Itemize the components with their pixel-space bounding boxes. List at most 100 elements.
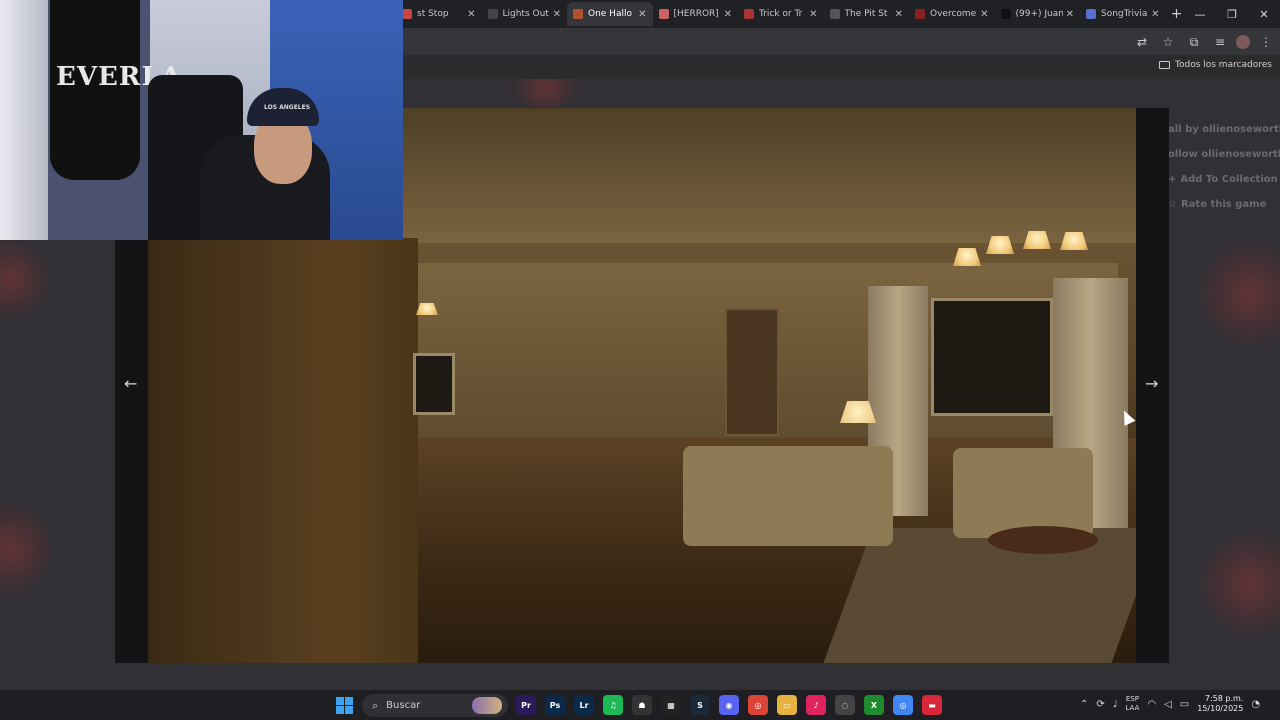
pumpkin-decoration <box>0 499 50 599</box>
browser-tab[interactable]: SongTrivia ✕ <box>1080 2 1166 26</box>
search-highlight-image <box>472 697 502 714</box>
webcam-overlay: EVERLA LOS ANGELES <box>0 0 403 240</box>
taskbar-app-chrome-2-icon[interactable]: ◎ <box>893 695 913 715</box>
profile-avatar[interactable] <box>1236 35 1250 49</box>
follow-button[interactable]: ollow ollienoseworthy <box>1168 142 1280 167</box>
rate-game-button[interactable]: ☆ Rate this game <box>1168 192 1280 217</box>
language-indicator[interactable]: ESP LAA <box>1126 695 1140 713</box>
window-controls: — ❐ ✕ <box>1184 0 1280 28</box>
tab-label: The Pit St <box>844 9 888 19</box>
extensions-icon[interactable]: ⧉ <box>1184 32 1204 52</box>
browser-tab[interactable]: Trick or Tr ✕ <box>738 2 824 26</box>
taskbar-search-box[interactable]: ⌕ Buscar <box>362 694 508 717</box>
windows-taskbar: ⌕ Buscar Pr Ps Lr ♫ ☗ ▦ S ◉ ◎ ▭ ♪ ◌ X ◎ ▬ ⌃ ⟳ ♩ ESP LA… <box>0 689 1280 720</box>
sync-icon[interactable]: ⟳ <box>1096 699 1104 710</box>
close-window-button[interactable]: ✕ <box>1248 0 1280 28</box>
minimize-button[interactable]: — <box>1184 0 1216 28</box>
pumpkin-decoration <box>1200 239 1280 349</box>
tab-label: Lights Out <box>502 9 549 19</box>
star-icon: ☆ <box>1168 199 1177 210</box>
browser-tab[interactable]: (99+) Juan ✕ <box>995 2 1081 26</box>
scene-sofa <box>683 446 893 546</box>
taskbar-app-app-red-icon[interactable]: ▬ <box>922 695 942 715</box>
folder-icon <box>1159 61 1170 69</box>
tab-close-icon[interactable]: ✕ <box>1151 9 1159 20</box>
chevron-up-icon[interactable]: ⌃ <box>1080 699 1088 710</box>
bookmark-star-icon[interactable]: ☆ <box>1158 32 1178 52</box>
notifications-icon[interactable]: ◔ <box>1251 699 1260 710</box>
battery-icon[interactable]: ▭ <box>1180 699 1189 710</box>
tab-favicon-icon <box>658 9 669 19</box>
browser-tab[interactable]: Overcome ✕ <box>909 2 995 26</box>
scene-armchair <box>953 448 1093 538</box>
language-bottom: LAA <box>1125 704 1140 712</box>
translate-icon[interactable]: ⇄ <box>1132 32 1152 52</box>
taskbar-app-app-ghost-icon[interactable]: ☗ <box>632 695 652 715</box>
tab-favicon-icon <box>829 9 840 19</box>
plus-icon: + <box>1168 174 1177 185</box>
tab-favicon-icon <box>915 9 925 19</box>
volume-icon[interactable]: ◁ <box>1164 699 1172 710</box>
taskbar-app-chrome-icon[interactable]: ◎ <box>748 695 768 715</box>
taskbar-app-capcut-icon[interactable]: ▦ <box>661 695 681 715</box>
tab-close-icon[interactable]: ✕ <box>809 9 817 20</box>
search-label: Buscar <box>386 700 421 711</box>
taskbar-app-app-circle-icon[interactable]: ◌ <box>835 695 855 715</box>
search-icon: ⌕ <box>372 698 379 712</box>
language-top: ESP <box>1125 695 1139 703</box>
tab-label: [HERROR] <box>673 9 719 19</box>
taskbar-app-file-explorer-icon[interactable]: ▭ <box>777 695 797 715</box>
tab-close-icon[interactable]: ✕ <box>1066 9 1074 20</box>
browser-tab[interactable]: The Pit St ✕ <box>824 2 910 26</box>
tab-label: Trick or Tr <box>759 9 803 19</box>
add-collection-label: Add To Collection <box>1180 174 1278 185</box>
taskbar-app-lightroom-icon[interactable]: Lr <box>574 695 594 715</box>
taskbar-app-steam-icon[interactable]: S <box>690 695 710 715</box>
system-tray: ⌃ ⟳ ♩ ESP LAA ◠ ◁ ▭ 7:58 p.m. 15/10/2025… <box>1080 694 1260 714</box>
toolbar-icons: ⇄ ☆ ⧉ ≡ ⋮ <box>1132 32 1276 52</box>
tab-list: st Stop ✕ Lights Out ✕ One Hallo ✕ [HERROR] ✕ Tr… <box>396 2 1188 28</box>
rate-label: Rate this game <box>1180 199 1267 210</box>
restore-button[interactable]: ❐ <box>1216 0 1248 28</box>
microphone-icon[interactable]: ♩ <box>1113 699 1118 710</box>
all-bookmarks-button[interactable]: Todos los marcadores <box>1159 60 1272 70</box>
taskbar-app-discord-icon[interactable]: ◉ <box>719 695 739 715</box>
scene-side-wall <box>148 238 418 663</box>
wifi-icon[interactable]: ◠ <box>1147 699 1156 710</box>
browser-tab[interactable]: [HERROR] ✕ <box>653 2 739 26</box>
webcam-left-wall <box>0 0 48 240</box>
game-side-panel: all by ollienoseworthy ollow ollienosewo… <box>1168 117 1280 217</box>
taskbar-apps: Pr Ps Lr ♫ ☗ ▦ S ◉ ◎ ▭ ♪ ◌ X ◎ ▬ <box>516 695 942 715</box>
scene-window <box>413 353 455 415</box>
next-screenshot-arrow-icon[interactable]: → <box>1145 374 1158 393</box>
author-link[interactable]: all by ollienoseworthy <box>1168 117 1280 142</box>
cap-text: LOS ANGELES <box>264 104 311 111</box>
tab-close-icon[interactable]: ✕ <box>553 9 561 20</box>
browser-tab[interactable]: Lights Out ✕ <box>482 2 568 26</box>
menu-kebab-icon[interactable]: ⋮ <box>1256 32 1276 52</box>
tab-close-icon[interactable]: ✕ <box>980 9 988 20</box>
tab-close-icon[interactable]: ✕ <box>724 9 732 20</box>
media-control-icon[interactable]: ≡ <box>1210 32 1230 52</box>
clock[interactable]: 7:58 p.m. 15/10/2025 <box>1197 694 1243 714</box>
scene-coffee-table <box>988 526 1098 554</box>
taskbar-app-photoshop-icon[interactable]: Ps <box>545 695 565 715</box>
windows-start-icon[interactable] <box>336 697 353 714</box>
browser-tab[interactable]: One Hallo ✕ <box>567 2 653 26</box>
browser-tab[interactable]: st Stop ✕ <box>396 2 482 26</box>
add-to-collection-button[interactable]: + Add To Collection <box>1168 167 1280 192</box>
taskbar-app-premiere-icon[interactable]: Pr <box>516 695 536 715</box>
tab-close-icon[interactable]: ✕ <box>638 9 646 20</box>
tab-favicon-icon <box>1000 9 1011 19</box>
tab-close-icon[interactable]: ✕ <box>895 9 903 20</box>
taskbar-app-tiktok-icon[interactable]: ♪ <box>806 695 826 715</box>
scene-rug <box>823 528 1136 663</box>
scene-window <box>931 298 1053 416</box>
taskbar-app-xbox-icon[interactable]: X <box>864 695 884 715</box>
taskbar-app-spotify-icon[interactable]: ♫ <box>603 695 623 715</box>
tab-label: One Hallo <box>588 9 632 19</box>
tab-close-icon[interactable]: ✕ <box>467 9 475 20</box>
all-bookmarks-label: Todos los marcadores <box>1175 60 1272 70</box>
previous-screenshot-arrow-icon[interactable]: ← <box>124 374 137 393</box>
pumpkin-decoration <box>1200 529 1280 639</box>
